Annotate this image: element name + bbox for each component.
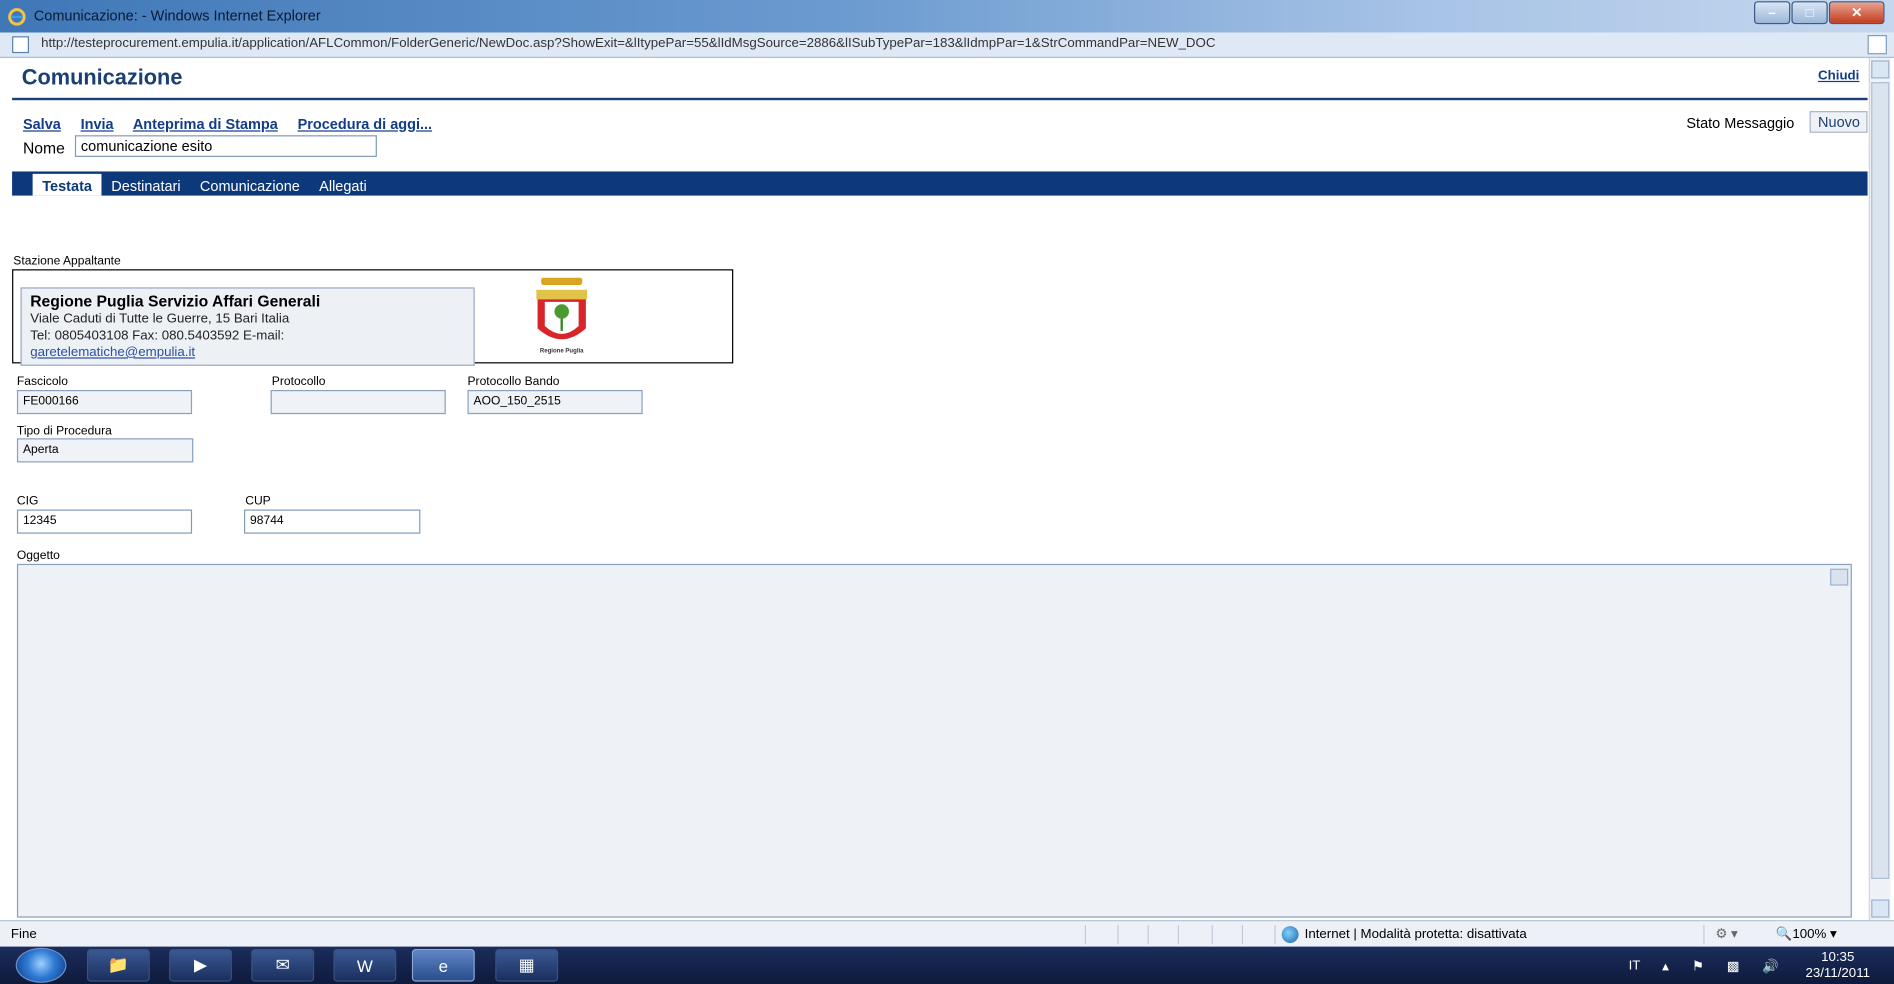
- url-field[interactable]: http://testeprocurement.empulia.it/appli…: [41, 36, 1215, 50]
- protocollo-bando-field: AOO_150_2515: [467, 389, 643, 415]
- outlook-icon: ✉: [275, 955, 290, 975]
- internet-explorer-taskbar-icon: e: [438, 955, 449, 975]
- scroll-down-arrow-icon[interactable]: [1871, 899, 1890, 918]
- cup-label: CUP: [245, 495, 271, 509]
- status-separator: [1117, 924, 1119, 945]
- authority-email-link[interactable]: garetelematiche@empulia.it: [30, 344, 465, 361]
- folder-icon: 📁: [107, 955, 129, 975]
- compatibility-view-icon[interactable]: [1867, 35, 1887, 55]
- taskbar-app-button[interactable]: ▦: [495, 949, 559, 982]
- presentation-app-icon: ▦: [518, 955, 535, 975]
- window-controls: – □ ✕: [1753, 1, 1885, 25]
- minimize-icon: –: [1768, 5, 1776, 20]
- close-window-button[interactable]: ✕: [1828, 1, 1885, 25]
- logo-caption: Regione Puglia: [539, 347, 584, 355]
- tab-allegati[interactable]: Allegati: [310, 174, 377, 196]
- tab-bar: Testata Destinatari Comunicazione Allega…: [12, 171, 1868, 196]
- minimize-button[interactable]: –: [1754, 1, 1791, 25]
- fascicolo-field: FE000166: [16, 389, 193, 415]
- window-title: Comunicazione: - Windows Internet Explor…: [33, 7, 321, 25]
- status-separator: [1177, 924, 1180, 945]
- taskbar-word-button[interactable]: W: [333, 949, 397, 982]
- system-tray: IT ▴ ⚑ ▩ 🔊 10:35 23/11/2011: [1629, 950, 1870, 981]
- status-separator: [1211, 924, 1213, 945]
- windows-taskbar: 📁 ▶ ✉ W e ▦ IT ▴ ⚑ ▩ 🔊 10:35 23/11/2011: [0, 946, 1894, 984]
- protocollo-field: [270, 389, 446, 415]
- nome-label: Nome: [22, 138, 65, 157]
- zoom-control[interactable]: 🔍100% ▾: [1775, 926, 1837, 942]
- toolbar: Salva Invia Anteprima di Stampa Procedur…: [23, 116, 448, 133]
- maximize-icon: □: [1805, 5, 1814, 20]
- page-icon: [12, 36, 29, 54]
- close-icon: ✕: [1851, 6, 1863, 21]
- authority-contacts: Tel: 0805403108 Fax: 080.5403592 E-mail:: [30, 328, 285, 343]
- taskbar-media-player-button[interactable]: ▶: [169, 949, 232, 982]
- word-icon: W: [356, 955, 373, 975]
- tray-icons[interactable]: ▴ ⚑ ▩ 🔊: [1662, 958, 1788, 973]
- coat-of-arms-icon: [536, 277, 588, 340]
- zoom-icon: 🔍: [1775, 927, 1793, 942]
- status-separator: [1274, 924, 1276, 945]
- status-separator: [1241, 924, 1244, 945]
- scroll-up-arrow-icon[interactable]: [1871, 60, 1890, 79]
- internet-explorer-icon: [8, 8, 26, 26]
- maximize-button[interactable]: □: [1791, 1, 1828, 25]
- page-scrollbar[interactable]: [1868, 57, 1891, 921]
- internet-globe-icon: [1281, 926, 1299, 943]
- window-title-bar: Comunicazione: - Windows Internet Explor…: [0, 0, 1894, 33]
- oggetto-label: Oggetto: [16, 549, 60, 563]
- status-separator: [1703, 924, 1705, 945]
- regione-puglia-logo: Regione Puglia: [532, 275, 592, 357]
- fascicolo-label: Fascicolo: [16, 375, 68, 389]
- cig-input[interactable]: 12345: [16, 509, 193, 534]
- protocollo-label: Protocollo: [271, 375, 326, 389]
- authority-name: Regione Puglia Servizio Affari Generali: [30, 292, 321, 311]
- taskbar-outlook-button[interactable]: ✉: [251, 949, 315, 982]
- nome-input[interactable]: [74, 135, 377, 157]
- system-clock[interactable]: 10:35 23/11/2011: [1805, 950, 1870, 981]
- taskbar-explorer-button[interactable]: 📁: [86, 949, 150, 982]
- screen-content: Comunicazione: - Windows Internet Explor…: [0, 0, 1894, 984]
- contracting-authority-card: Regione Puglia Servizio Affari Generali …: [20, 287, 475, 366]
- oggetto-textarea[interactable]: [16, 563, 1852, 918]
- tipo-procedura-label: Tipo di Procedura: [16, 425, 112, 439]
- clock-time: 10:35: [1821, 950, 1855, 965]
- procedure-link[interactable]: Procedura di aggi...: [298, 116, 433, 133]
- page-title: Comunicazione: [21, 65, 183, 90]
- textarea-scroll-up-icon[interactable]: [1830, 568, 1849, 586]
- cig-label: CIG: [16, 495, 39, 509]
- tab-destinatari[interactable]: Destinatari: [102, 174, 191, 196]
- print-preview-link[interactable]: Anteprima di Stampa: [133, 116, 278, 133]
- contracting-authority-label: Stazione Appaltante: [13, 254, 121, 269]
- tools-dropdown-icon[interactable]: ⚙ ▾: [1715, 926, 1737, 941]
- title-divider: [12, 97, 1868, 101]
- screen: Comunicazione: - Windows Internet Explor…: [0, 0, 1894, 984]
- security-zone[interactable]: Internet | Modalità protetta: disattivat…: [1281, 926, 1527, 943]
- message-status-label: Stato Messaggio: [1686, 114, 1795, 132]
- cup-input[interactable]: 98744: [244, 509, 421, 534]
- zoom-level: 100%: [1792, 927, 1827, 942]
- clock-date: 23/11/2011: [1805, 965, 1870, 981]
- message-status-value: Nuovo: [1809, 111, 1868, 133]
- address-bar: http://testeprocurement.empulia.it/appli…: [0, 32, 1894, 58]
- input-language[interactable]: IT: [1629, 959, 1641, 973]
- status-text: Fine: [10, 927, 37, 942]
- save-link[interactable]: Salva: [23, 116, 61, 133]
- authority-address: Viale Caduti di Tutte le Guerre, 15 Bari…: [30, 311, 290, 326]
- status-bar: Fine Internet | Modalità protetta: disat…: [0, 920, 1894, 947]
- send-link[interactable]: Invia: [81, 116, 114, 133]
- media-player-icon: ▶: [194, 955, 208, 975]
- tab-comunicazione[interactable]: Comunicazione: [190, 174, 309, 196]
- tab-testata[interactable]: Testata: [32, 173, 102, 196]
- taskbar-internet-explorer-button[interactable]: e: [411, 949, 475, 982]
- tipo-procedura-field: Aperta: [16, 438, 194, 463]
- close-link[interactable]: Chiudi: [1818, 69, 1859, 83]
- protocollo-bando-label: Protocollo Bando: [467, 375, 560, 389]
- start-button[interactable]: [15, 947, 67, 983]
- status-separator: [1084, 924, 1086, 945]
- scrollbar-thumb[interactable]: [1871, 82, 1890, 879]
- security-zone-text: Internet | Modalità protetta: disattivat…: [1304, 927, 1527, 942]
- status-separator: [1147, 924, 1149, 945]
